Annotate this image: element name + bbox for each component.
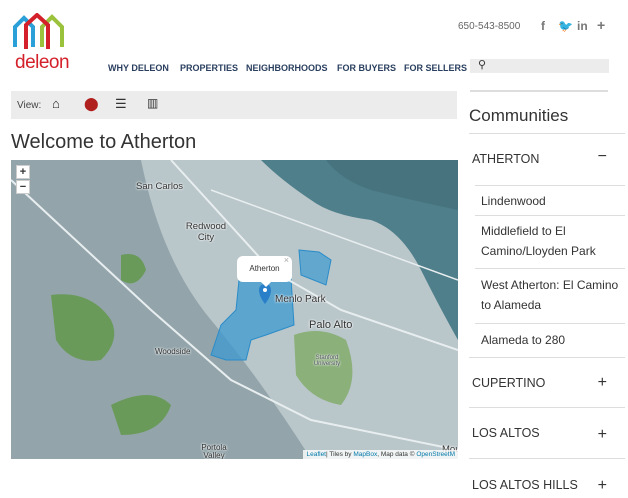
linkedin-icon[interactable]: in [577,19,588,33]
community-name: ATHERTON [472,152,540,166]
subcommunity-item[interactable]: Lindenwood [475,185,625,215]
map-popup: Atherton × [237,255,292,287]
zoom-in-button[interactable]: + [16,165,30,179]
chart-view-icon[interactable]: ▥ [147,96,158,110]
phone-number[interactable]: 650-543-8500 [458,21,520,32]
community-atherton[interactable]: ATHERTON − [469,133,625,181]
map-attribution: Leaflet| Tiles by MapBox, Map data © Ope… [303,450,458,459]
search-icon: ⚲ [478,59,487,71]
view-toolbar: View: ⌂ ⬤ ☰ ▥ [11,91,457,119]
list-view-icon[interactable]: ☰ [115,96,127,112]
view-label: View: [17,100,42,111]
community-cupertino[interactable]: CUPERTINO + [469,357,625,407]
twitter-icon[interactable]: 🐦 [558,19,573,33]
map-pin-view-icon[interactable]: ⬤ [84,96,99,112]
nav-properties[interactable]: PROPERTIES [180,63,238,73]
map-label: Woodside [155,347,191,356]
divider [470,90,608,92]
popup-text: Atherton [249,264,280,273]
map-label: Redwood City [185,221,227,243]
map-label: Portola Valley [201,443,227,460]
community-name: LOS ALTOS [472,426,540,440]
nav-for-sellers[interactable]: FOR SELLERS [404,63,467,73]
map-label: Menlo Park [275,294,326,305]
osm-link[interactable]: OpenStreetM [416,451,455,458]
map[interactable]: + − San Carlos Redwood City Menlo Park P… [11,160,458,459]
communities-heading: Communities [469,106,569,125]
google-plus-icon[interactable]: + [597,17,605,33]
community-name: LOS ALTOS HILLS [472,478,578,492]
map-label: San Carlos [136,181,183,192]
subcommunity-item[interactable]: West Atherton: El Camino to Alameda [475,268,625,323]
community-los-altos[interactable]: LOS ALTOS + [469,407,625,458]
page-title: Welcome to Atherton [11,131,197,153]
nav-for-buyers[interactable]: FOR BUYERS [337,63,396,73]
community-los-altos-hills[interactable]: LOS ALTOS HILLS + [469,458,625,498]
map-tiles [11,160,458,459]
expand-icon[interactable]: + [598,426,607,444]
subcommunity-item[interactable]: Middlefield to El Camino/Lloyden Park [475,215,625,268]
nav-why-deleon[interactable]: WHY DELEON [108,63,169,73]
home-view-icon[interactable]: ⌂ [52,96,60,111]
community-name: CUPERTINO [472,376,546,390]
expand-icon[interactable]: + [598,477,607,495]
collapse-icon[interactable]: − [598,148,607,166]
attribution-text: | Tiles by [326,451,354,458]
attribution-text: , Map data © [377,451,417,458]
map-label: Palo Alto [309,319,353,331]
mapbox-link[interactable]: MapBox [353,451,377,458]
map-label: Stanford University [313,355,341,367]
logo-text[interactable]: deleon [15,52,70,74]
expand-icon[interactable]: + [598,374,607,392]
nav-neighborhoods[interactable]: NEIGHBORHOODS [246,63,328,73]
logo-icon[interactable] [12,13,68,51]
leaflet-link[interactable]: Leaflet [306,451,326,458]
subcommunity-item[interactable]: Alameda to 280 [475,323,625,357]
zoom-out-button[interactable]: − [16,180,30,194]
facebook-icon[interactable]: f [541,19,545,33]
close-icon[interactable]: × [284,247,289,273]
search-input[interactable]: ⚲ [470,59,609,73]
